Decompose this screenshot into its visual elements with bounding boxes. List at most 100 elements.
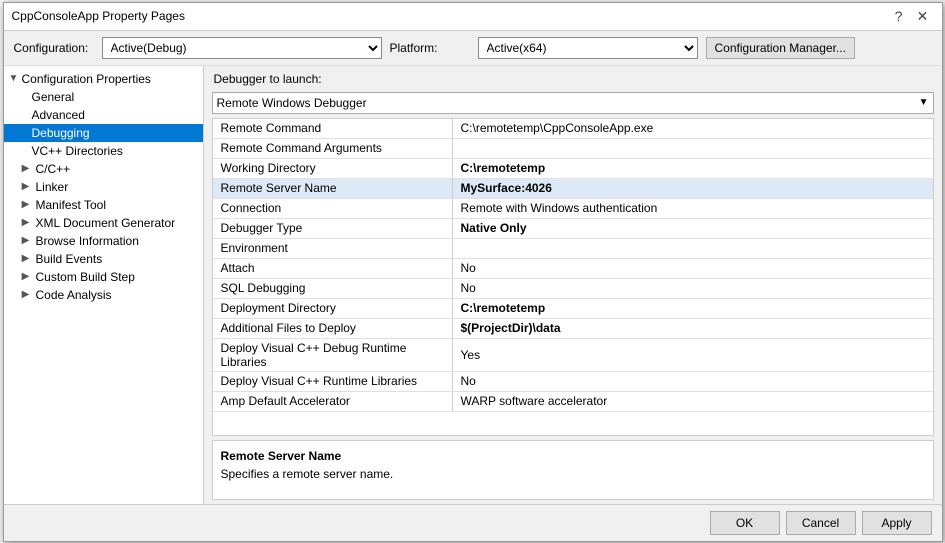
prop-value-connection: Remote with Windows authentication — [453, 199, 933, 218]
prop-row-attach[interactable]: Attach No — [213, 259, 933, 279]
prop-value-remote-command: C:\remotetemp\CppConsoleApp.exe — [453, 119, 933, 138]
prop-name-amp-accel: Amp Default Accelerator — [213, 392, 453, 411]
info-panel: Remote Server Name Specifies a remote se… — [212, 440, 934, 500]
sidebar-item-linker[interactable]: ▶ Linker — [4, 178, 203, 196]
sidebar-item-browse-info[interactable]: ▶ Browse Information — [4, 232, 203, 250]
platform-select[interactable]: Active(x64) — [478, 37, 698, 59]
debugger-dropdown-row: Remote Windows Debugger ▼ — [212, 92, 934, 114]
expand-code-analysis-icon: ▶ — [20, 289, 32, 301]
prop-value-deploy-dir: C:\remotetemp — [453, 299, 933, 318]
property-pages-dialog: CppConsoleApp Property Pages ? ✕ Configu… — [3, 2, 943, 542]
config-label: Configuration: — [14, 41, 94, 55]
sidebar-item-build-events[interactable]: ▶ Build Events — [4, 250, 203, 268]
info-panel-title: Remote Server Name — [221, 449, 925, 463]
tree-panel: ▼ Configuration Properties General Advan… — [4, 66, 204, 504]
sidebar-item-debugging-label: Debugging — [32, 126, 90, 140]
sidebar-item-general[interactable]: General — [4, 88, 203, 106]
sidebar-item-browse-info-label: Browse Information — [36, 234, 139, 248]
sidebar-item-xml-doc-label: XML Document Generator — [36, 216, 176, 230]
sidebar-item-general-label: General — [32, 90, 75, 104]
prop-row-remote-args[interactable]: Remote Command Arguments — [213, 139, 933, 159]
sidebar-item-custom-build-label: Custom Build Step — [36, 270, 135, 284]
prop-value-attach: No — [453, 259, 933, 278]
sidebar-item-xml-doc[interactable]: ▶ XML Document Generator — [4, 214, 203, 232]
right-panel: Debugger to launch: Remote Windows Debug… — [204, 66, 942, 504]
prop-value-environment — [453, 239, 933, 258]
title-bar-left: CppConsoleApp Property Pages — [12, 9, 185, 23]
prop-row-connection[interactable]: Connection Remote with Windows authentic… — [213, 199, 933, 219]
prop-value-amp-accel: WARP software accelerator — [453, 392, 933, 411]
expand-browse-icon: ▶ — [20, 235, 32, 247]
tree-root-label: Configuration Properties — [22, 72, 151, 86]
prop-name-debugger-type: Debugger Type — [213, 219, 453, 238]
expand-xml-icon: ▶ — [20, 217, 32, 229]
prop-row-remote-command[interactable]: Remote Command C:\remotetemp\CppConsoleA… — [213, 119, 933, 139]
cancel-button[interactable]: Cancel — [786, 511, 856, 535]
expand-cpp-icon: ▶ — [20, 163, 32, 175]
debugger-dropdown[interactable]: Remote Windows Debugger ▼ — [212, 92, 934, 114]
apply-button[interactable]: Apply — [862, 511, 932, 535]
prop-name-environment: Environment — [213, 239, 453, 258]
sidebar-item-code-analysis[interactable]: ▶ Code Analysis — [4, 286, 203, 304]
sidebar-item-custom-build[interactable]: ▶ Custom Build Step — [4, 268, 203, 286]
info-panel-desc: Specifies a remote server name. — [221, 467, 925, 481]
expand-linker-icon: ▶ — [20, 181, 32, 193]
prop-name-deploy-debug-libs: Deploy Visual C++ Debug Runtime Librarie… — [213, 339, 453, 371]
expand-custom-build-icon: ▶ — [20, 271, 32, 283]
prop-name-sql-debug: SQL Debugging — [213, 279, 453, 298]
prop-value-sql-debug: No — [453, 279, 933, 298]
configuration-row: Configuration: Active(Debug) Platform: A… — [4, 31, 942, 66]
tree-root-config-props[interactable]: ▼ Configuration Properties — [4, 70, 203, 88]
debugger-dropdown-value: Remote Windows Debugger — [217, 96, 367, 110]
sidebar-item-build-events-label: Build Events — [36, 252, 103, 266]
prop-row-deploy-runtime-libs[interactable]: Deploy Visual C++ Runtime Libraries No — [213, 372, 933, 392]
properties-grid: Remote Command C:\remotetemp\CppConsoleA… — [212, 118, 934, 436]
sidebar-item-cpp[interactable]: ▶ C/C++ — [4, 160, 203, 178]
platform-label: Platform: — [390, 41, 470, 55]
dialog-title: CppConsoleApp Property Pages — [12, 9, 185, 23]
expand-icon: ▼ — [8, 73, 20, 85]
sidebar-item-debugging[interactable]: Debugging — [4, 124, 203, 142]
sidebar-item-cpp-label: C/C++ — [36, 162, 71, 176]
prop-row-debugger-type[interactable]: Debugger Type Native Only — [213, 219, 933, 239]
sidebar-item-manifest-tool-label: Manifest Tool — [36, 198, 106, 212]
prop-row-deploy-dir[interactable]: Deployment Directory C:\remotetemp — [213, 299, 933, 319]
sidebar-item-advanced-label: Advanced — [32, 108, 85, 122]
prop-value-debugger-type: Native Only — [453, 219, 933, 238]
prop-row-additional-files[interactable]: Additional Files to Deploy $(ProjectDir)… — [213, 319, 933, 339]
expand-manifest-icon: ▶ — [20, 199, 32, 211]
prop-row-remote-server[interactable]: Remote Server Name MySurface:4026 — [213, 179, 933, 199]
prop-name-remote-args: Remote Command Arguments — [213, 139, 453, 158]
prop-name-additional-files: Additional Files to Deploy — [213, 319, 453, 338]
title-bar-right: ? ✕ — [888, 6, 934, 26]
prop-name-remote-command: Remote Command — [213, 119, 453, 138]
close-button[interactable]: ✕ — [912, 6, 934, 26]
prop-value-additional-files: $(ProjectDir)\data — [453, 319, 933, 338]
sidebar-item-manifest-tool[interactable]: ▶ Manifest Tool — [4, 196, 203, 214]
dropdown-arrow-icon: ▼ — [919, 97, 929, 108]
prop-value-deploy-debug-libs: Yes — [453, 339, 933, 371]
bottom-bar: OK Cancel Apply — [4, 504, 942, 541]
prop-row-environment[interactable]: Environment — [213, 239, 933, 259]
configuration-select[interactable]: Active(Debug) — [102, 37, 382, 59]
prop-name-remote-server: Remote Server Name — [213, 179, 453, 198]
config-manager-button[interactable]: Configuration Manager... — [706, 37, 855, 59]
prop-name-deploy-runtime-libs: Deploy Visual C++ Runtime Libraries — [213, 372, 453, 391]
sidebar-item-vc-directories[interactable]: VC++ Directories — [4, 142, 203, 160]
sidebar-item-advanced[interactable]: Advanced — [4, 106, 203, 124]
main-content: ▼ Configuration Properties General Advan… — [4, 66, 942, 504]
title-bar: CppConsoleApp Property Pages ? ✕ — [4, 3, 942, 31]
help-button[interactable]: ? — [888, 6, 910, 26]
sidebar-item-code-analysis-label: Code Analysis — [36, 288, 112, 302]
prop-name-working-dir: Working Directory — [213, 159, 453, 178]
debugger-launch-row: Debugger to launch: — [204, 66, 942, 92]
prop-name-connection: Connection — [213, 199, 453, 218]
expand-build-events-icon: ▶ — [20, 253, 32, 265]
ok-button[interactable]: OK — [710, 511, 780, 535]
debugger-launch-label: Debugger to launch: — [214, 72, 322, 86]
prop-row-sql-debug[interactable]: SQL Debugging No — [213, 279, 933, 299]
prop-value-remote-args — [453, 139, 933, 158]
prop-row-deploy-debug-libs[interactable]: Deploy Visual C++ Debug Runtime Librarie… — [213, 339, 933, 372]
prop-row-amp-accel[interactable]: Amp Default Accelerator WARP software ac… — [213, 392, 933, 412]
prop-row-working-dir[interactable]: Working Directory C:\remotetemp — [213, 159, 933, 179]
